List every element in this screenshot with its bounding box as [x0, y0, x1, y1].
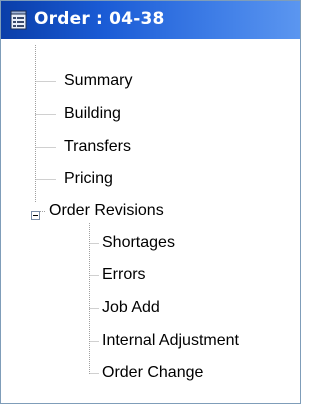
order-tree: Summary Building Transfers Pricing Order… [1, 39, 300, 403]
tree-item-job-add[interactable]: Job Add [102, 298, 160, 318]
document-list-icon [10, 10, 28, 30]
tree-item-shortages[interactable]: Shortages [102, 233, 175, 253]
order-panel: Order : 04-38 Summary Building Transfers… [0, 0, 301, 404]
panel-header: Order : 04-38 [1, 1, 300, 39]
tree-item-building[interactable]: Building [64, 104, 121, 124]
panel-title: Order : 04-38 [34, 9, 165, 29]
tree-item-summary[interactable]: Summary [64, 71, 132, 91]
tree-item-errors[interactable]: Errors [102, 265, 146, 285]
tree-item-order-revisions[interactable]: Order Revisions [49, 201, 164, 221]
minus-box-icon[interactable] [31, 207, 40, 220]
tree-item-internal-adjustment[interactable]: Internal Adjustment [102, 331, 239, 351]
tree-item-order-change[interactable]: Order Change [102, 363, 203, 383]
tree-item-pricing[interactable]: Pricing [64, 169, 113, 189]
tree-item-transfers[interactable]: Transfers [64, 137, 131, 157]
